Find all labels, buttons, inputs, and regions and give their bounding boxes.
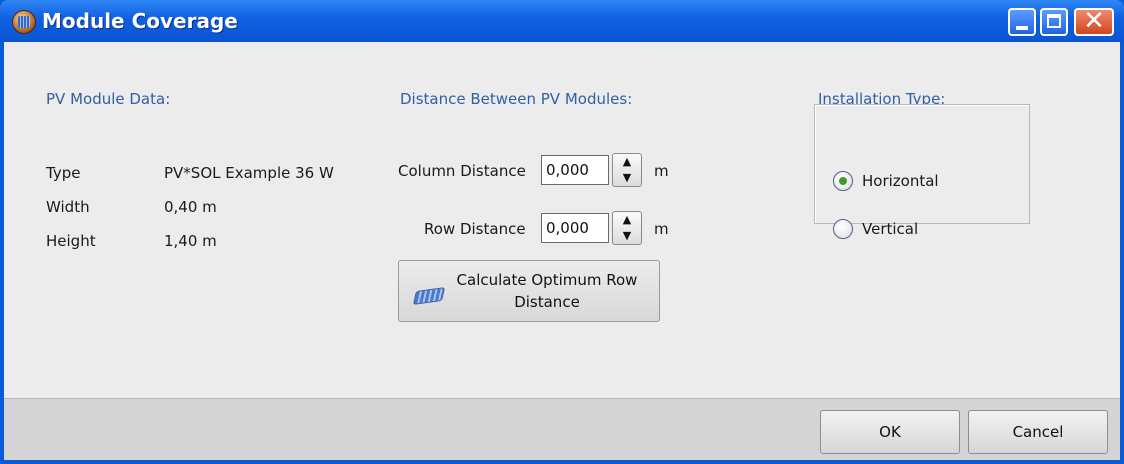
module-data-heading: PV Module Data: (46, 90, 171, 108)
row-distance-input[interactable] (541, 213, 609, 243)
vertical-label[interactable]: Vertical (862, 220, 918, 238)
maximize-button[interactable] (1040, 8, 1068, 36)
window-title: Module Coverage (42, 9, 238, 33)
ok-button[interactable]: OK (820, 410, 960, 454)
arrow-down-icon[interactable]: ▼ (613, 170, 641, 186)
distance-heading: Distance Between PV Modules: (400, 90, 633, 108)
close-button[interactable]: ✕ (1074, 6, 1114, 36)
row-distance-unit: m (654, 220, 669, 238)
minimize-icon (1016, 26, 1028, 30)
type-value: PV*SOL Example 36 W (164, 164, 334, 182)
row-distance-spinner[interactable]: ▲ ▼ (612, 211, 642, 245)
column-distance-unit: m (654, 162, 669, 180)
column-distance-label: Column Distance (398, 162, 526, 180)
column-distance-input[interactable] (541, 155, 609, 185)
vertical-radio[interactable] (833, 219, 853, 239)
app-icon (12, 10, 36, 34)
height-value: 1,40 m (164, 232, 217, 250)
height-label: Height (46, 232, 96, 250)
row-distance-label: Row Distance (424, 220, 526, 238)
calculate-button-label: Calculate Optimum Row Distance (456, 271, 638, 311)
minimize-button[interactable] (1008, 8, 1036, 36)
horizontal-label[interactable]: Horizontal (862, 172, 939, 190)
title-bar[interactable]: Module Coverage ✕ (0, 0, 1124, 42)
close-icon: ✕ (1083, 6, 1105, 36)
cancel-button[interactable]: Cancel (968, 410, 1108, 454)
arrow-up-icon[interactable]: ▲ (613, 212, 641, 228)
calculate-optimum-row-distance-button[interactable]: Calculate Optimum Row Distance (398, 260, 660, 322)
width-label: Width (46, 198, 90, 216)
maximize-icon (1047, 14, 1061, 28)
width-value: 0,40 m (164, 198, 217, 216)
pv-panel-icon (412, 287, 446, 305)
column-distance-spinner[interactable]: ▲ ▼ (612, 153, 642, 187)
type-label: Type (46, 164, 81, 182)
arrow-down-icon[interactable]: ▼ (613, 228, 641, 244)
dialog-window: Module Coverage ✕ PV Module Data: Type P… (0, 0, 1124, 464)
horizontal-radio[interactable] (833, 171, 853, 191)
installation-type-group (814, 104, 1030, 224)
arrow-up-icon[interactable]: ▲ (613, 154, 641, 170)
